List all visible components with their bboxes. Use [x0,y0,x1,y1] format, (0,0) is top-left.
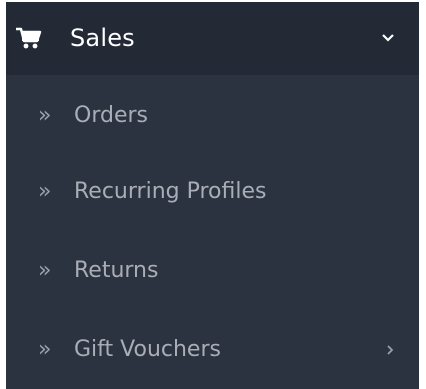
sales-menu-header[interactable]: Sales [6,2,419,75]
double-chevron-right-icon: » [38,179,52,204]
sidebar-item-label: Gift Vouchers [74,337,221,362]
sidebar-menu: Sales » Orders » Recurring Profiles » Re… [0,0,426,389]
chevron-down-icon[interactable] [381,32,395,44]
sidebar-item-label: Orders [74,103,148,128]
shopping-cart-icon [16,27,42,49]
double-chevron-right-icon: » [38,103,52,128]
sidebar-item-recurring-profiles[interactable]: » Recurring Profiles [6,154,419,230]
sidebar-item-label: Recurring Profiles [74,179,267,204]
sales-menu-label: Sales [70,24,135,52]
sidebar-item-label: Returns [74,258,159,283]
double-chevron-right-icon: » [38,337,52,362]
sidebar-item-returns[interactable]: » Returns [6,233,419,309]
chevron-right-icon[interactable] [385,343,395,357]
sales-menu-panel: Sales » Orders » Recurring Profiles » Re… [6,2,419,389]
sidebar-item-orders[interactable]: » Orders [6,78,419,154]
sidebar-item-gift-vouchers[interactable]: » Gift Vouchers [6,312,419,388]
double-chevron-right-icon: » [38,258,52,283]
